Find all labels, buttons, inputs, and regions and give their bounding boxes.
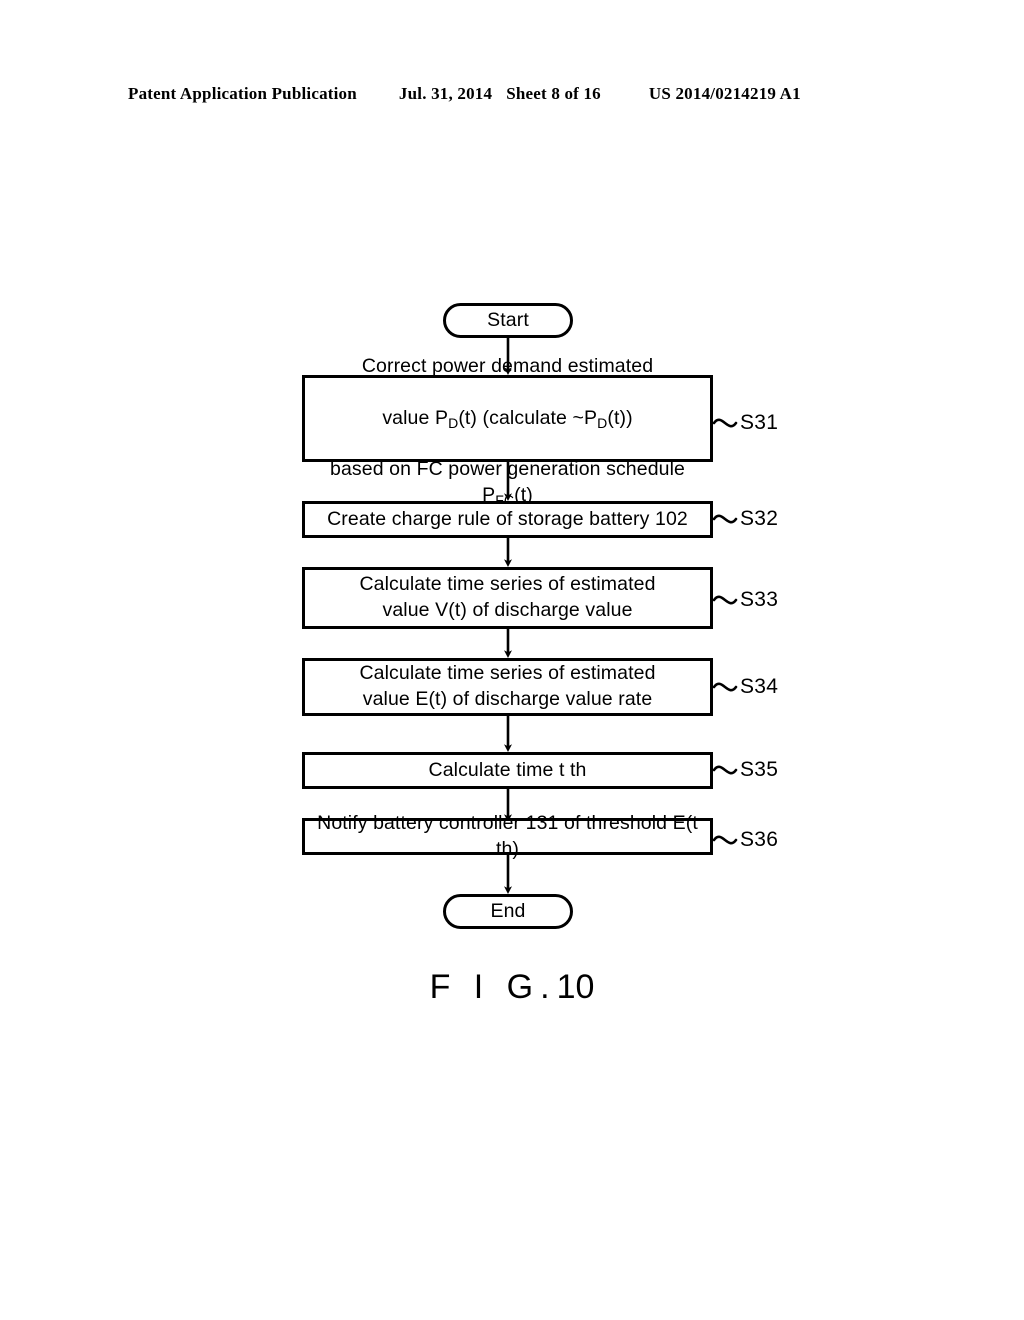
step-label-s36: S36 — [740, 828, 779, 851]
figure-caption-word: F I G. — [429, 968, 557, 1006]
flow-node-s36[interactable]: Notify battery controller 131 of thresho… — [302, 812, 713, 860]
flow-node-s32[interactable]: Create charge rule of storage battery 10… — [302, 501, 713, 538]
step-label-s35: S35 — [740, 758, 779, 781]
flow-node-s36-label: Notify battery controller 131 of thresho… — [317, 811, 698, 860]
flow-node-s34-label: Calculate time series of estimated value… — [359, 662, 656, 710]
s31-line2-sub2: D — [597, 414, 608, 431]
step-label-s33: S33 — [740, 588, 779, 611]
step-label-s32: S32 — [740, 507, 779, 530]
flow-node-s35-label: Calculate time t th — [428, 758, 587, 781]
step-label-s34: S34 — [740, 675, 779, 698]
s31-line2-c: P — [584, 406, 598, 429]
flowchart-diagram: Start Correct power demand estimated val… — [0, 0, 1024, 1320]
flow-node-s34[interactable]: Calculate time series of estimated value… — [302, 658, 713, 716]
flow-node-s35[interactable]: Calculate time t th — [302, 752, 713, 789]
flow-node-end-label: End — [490, 899, 526, 922]
figure-caption-number: 10 — [556, 968, 595, 1006]
flow-node-s31-label: Correct power demand estimated value PD(… — [305, 328, 710, 509]
figure-caption: F I G.10 — [0, 968, 1024, 1007]
s31-line1: Correct power demand estimated — [361, 354, 654, 377]
flow-node-end[interactable]: End — [443, 894, 573, 929]
flow-node-s31[interactable]: Correct power demand estimated value PD(… — [302, 355, 713, 507]
flow-node-s33[interactable]: Calculate time series of estimated value… — [302, 567, 713, 629]
s31-line2-d: (t)) — [607, 406, 633, 429]
step-label-s31: S31 — [740, 411, 779, 434]
flow-node-s33-label: Calculate time series of estimated value… — [359, 573, 656, 621]
flow-node-s32-label: Create charge rule of storage battery 10… — [327, 507, 688, 530]
s31-line2-b: (t) (calculate — [458, 406, 573, 429]
s31-line2-sub: D — [448, 414, 459, 431]
s31-line2-tilde: ~ — [572, 406, 585, 429]
s31-line2-a: value P — [382, 406, 449, 429]
